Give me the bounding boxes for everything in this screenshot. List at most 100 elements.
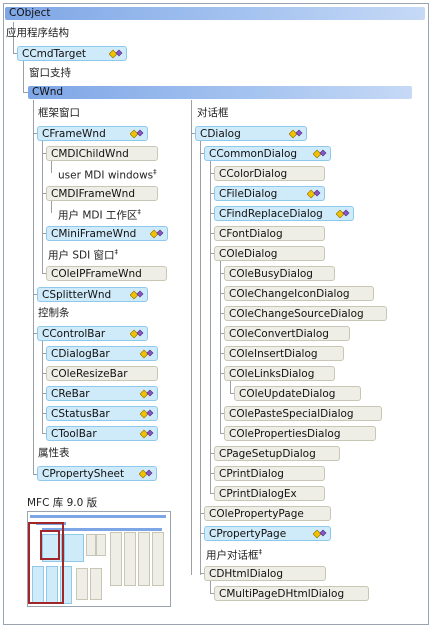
node-cpropertysheet[interactable]: CPropertySheet (37, 466, 157, 481)
node-label: COleResizeBar (51, 368, 128, 380)
node-label: COleInsertDialog (229, 348, 318, 360)
node-cmdichildwnd[interactable]: CMDIChildWnd (46, 146, 158, 161)
node-label: CPropertyPage (209, 528, 287, 540)
connector (42, 140, 43, 273)
node-ccolordialog[interactable]: CColorDialog (214, 166, 325, 181)
node-label: COleDialog (219, 248, 278, 260)
node-label: COleChangeSourceDialog (229, 308, 364, 320)
node-cfiledialog[interactable]: CFileDialog (214, 186, 325, 201)
node-colebusydialog[interactable]: COleBusyDialog (224, 266, 335, 281)
node-colechangesourcedialog[interactable]: COleChangeSourceDialog (224, 306, 387, 321)
node-label: CFileDialog (219, 188, 278, 200)
thumb-block (124, 532, 136, 586)
connector (51, 200, 52, 213)
mfc-version-title: MFC 库 9.0 版 (27, 497, 98, 509)
node-coleconvertdialog[interactable]: COleConvertDialog (224, 326, 350, 341)
node-coleipframewnd[interactable]: COleIPFrameWnd (46, 266, 167, 281)
thumb-block (64, 534, 84, 562)
node-ccommondialog[interactable]: CCommonDialog (204, 146, 331, 161)
serializable-runtime-icon (130, 129, 144, 139)
node-crebar[interactable]: CReBar (46, 386, 158, 401)
serializable-runtime-icon (130, 329, 144, 339)
node-ccmdtarget[interactable]: CCmdTarget (17, 46, 127, 61)
user-mdi-windows-label: user MDI windows‡ (58, 166, 157, 183)
serializable-runtime-icon (140, 349, 154, 359)
node-colepropertypage[interactable]: COlePropertyPage (204, 506, 331, 521)
serializable-runtime-icon (140, 389, 154, 399)
connector (42, 340, 43, 434)
connector (23, 61, 24, 93)
node-cdialog[interactable]: CDialog (195, 126, 307, 141)
node-cpagesetupdialog[interactable]: CPageSetupDialog (214, 446, 340, 461)
node-cprintdialogex[interactable]: CPrintDialogEx (214, 486, 325, 501)
node-cpropertypage[interactable]: CPropertyPage (204, 526, 331, 541)
node-label: CReBar (51, 388, 90, 400)
node-label: COleIPFrameWnd (51, 268, 142, 280)
node-colepropertiesdialog[interactable]: COlePropertiesDialog (224, 426, 376, 441)
node-cmultipagedhtmldialog[interactable]: CMultiPageDHtmlDialog (214, 586, 369, 601)
thumb-block (152, 532, 164, 586)
node-label: CMDIChildWnd (51, 148, 129, 160)
node-label: CMDIFrameWnd (51, 188, 135, 200)
serializable-runtime-icon (150, 229, 164, 239)
thumb-row (30, 515, 166, 518)
node-cdhtmldialog[interactable]: CDHtmlDialog (204, 566, 326, 581)
category-frame-windows: 框架窗口 (38, 107, 80, 119)
node-cmdiframewnd[interactable]: CMDIFrameWnd (46, 186, 158, 201)
node-label: COleConvertDialog (229, 328, 329, 340)
node-cobject[interactable]: CObject (5, 7, 425, 20)
node-label: CMiniFrameWnd (51, 228, 137, 240)
node-cdialogbar[interactable]: CDialogBar (46, 346, 158, 361)
node-label: CDialog (200, 128, 241, 140)
node-label: CPrintDialog (219, 468, 284, 480)
node-label: CPropertySheet (42, 468, 125, 480)
node-cstatusbar[interactable]: CStatusBar (46, 406, 158, 421)
node-label: CFrameWnd (42, 128, 106, 140)
node-coleinsertdialog[interactable]: COleInsertDialog (224, 346, 344, 361)
node-label: CFontDialog (219, 228, 283, 240)
node-colelinksdialog[interactable]: COleLinksDialog (224, 366, 335, 381)
node-ccontrolbar[interactable]: CControlBar (37, 326, 148, 341)
user-sdi-windows-label: 用户 SDI 窗口‡ (48, 246, 118, 263)
node-label: CCommonDialog (209, 148, 298, 160)
connector (210, 160, 211, 494)
node-label: CDHtmlDialog (209, 568, 284, 580)
node-cwnd[interactable]: CWnd (28, 86, 412, 99)
node-label: CWnd (32, 86, 64, 98)
connector (191, 100, 192, 575)
user-mdi-workspaces-label: 用户 MDI 工作区‡ (58, 206, 141, 223)
serializable-runtime-icon (140, 409, 154, 419)
category-property-sheets: 属性表 (38, 447, 70, 459)
mfc-overview-thumbnail[interactable] (27, 511, 171, 607)
node-ctoolbar[interactable]: CToolBar (46, 426, 158, 441)
node-cfontdialog[interactable]: CFontDialog (214, 226, 325, 241)
connector (51, 160, 52, 173)
node-label: CToolBar (51, 428, 97, 440)
node-cminiframewnd[interactable]: CMiniFrameWnd (46, 226, 168, 241)
serializable-runtime-icon (313, 529, 327, 539)
serializable-runtime-icon (140, 429, 154, 439)
node-label: CPrintDialogEx (219, 488, 297, 500)
node-cprintdialog[interactable]: CPrintDialog (214, 466, 325, 481)
node-colechangeicondialog[interactable]: COleChangeIconDialog (224, 286, 374, 301)
node-cfindreplacedialog[interactable]: CFindReplaceDialog (214, 206, 354, 221)
node-coleresizebar[interactable]: COleResizeBar (46, 366, 158, 381)
thumb-block (86, 534, 96, 556)
dagger-mark: ‡ (258, 548, 263, 556)
node-csplitterwnd[interactable]: CSplitterWnd (37, 287, 148, 302)
node-coledialog[interactable]: COleDialog (214, 246, 325, 261)
user-mdi-windows-text: user MDI windows (58, 169, 154, 182)
node-label: CCmdTarget (22, 48, 87, 60)
user-dialog-boxes-label: 用户对话框‡ (206, 546, 262, 563)
node-label: COleUpdateDialog (239, 388, 336, 400)
thumb-block (96, 534, 106, 556)
serializable-runtime-icon (336, 209, 350, 219)
user-dialog-boxes-text: 用户对话框 (206, 549, 259, 562)
node-cframewnd[interactable]: CFrameWnd (37, 126, 148, 141)
dagger-mark: ‡ (137, 208, 141, 216)
node-label: CFindReplaceDialog (219, 208, 323, 220)
dagger-mark: ‡ (153, 168, 157, 176)
node-coleupdatedialog[interactable]: COleUpdateDialog (234, 386, 361, 401)
node-label: COleLinksDialog (229, 368, 315, 380)
node-colepastespecialdialog[interactable]: COlePasteSpecialDialog (224, 406, 382, 421)
